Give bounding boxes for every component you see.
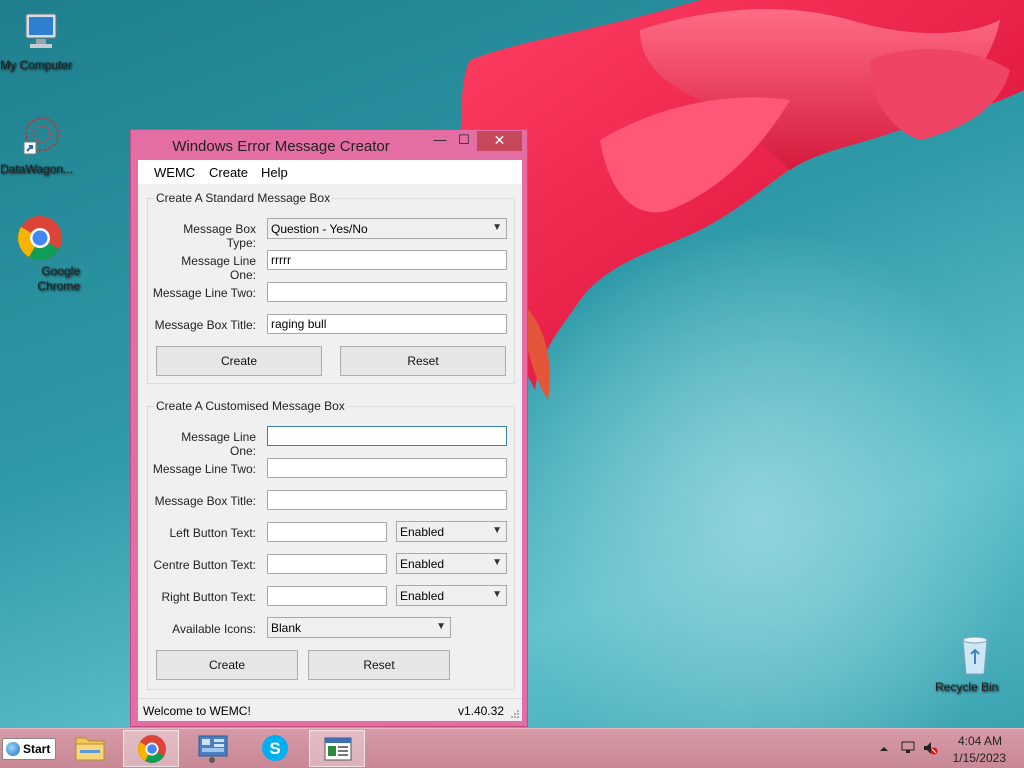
volume-muted-icon[interactable] bbox=[922, 740, 938, 756]
taskbar: Start S 4:04 AM 1/15/2023 bbox=[0, 728, 1024, 768]
right-button-text-input[interactable] bbox=[267, 586, 387, 606]
chevron-down-icon: ▼ bbox=[492, 525, 502, 536]
custom-create-button[interactable]: Create bbox=[156, 650, 298, 680]
available-icons-select[interactable]: Blank ▼ bbox=[267, 617, 451, 638]
desktop-icon-datawagon[interactable]: DataWagon... bbox=[0, 112, 80, 176]
chevron-down-icon: ▼ bbox=[436, 621, 446, 632]
right-button-state-value: Enabled bbox=[400, 589, 445, 603]
standard-title-input[interactable] bbox=[267, 314, 507, 334]
desktop-icon-my-computer[interactable]: My Computer bbox=[0, 8, 80, 72]
menu-bar: WEMC Create Help bbox=[138, 160, 522, 184]
chrome-icon bbox=[18, 216, 62, 260]
system-tray: 4:04 AM 1/15/2023 bbox=[864, 729, 1024, 768]
start-button[interactable]: Start bbox=[2, 738, 56, 760]
standard-group-title: Create A Standard Message Box bbox=[154, 191, 333, 205]
title-bar[interactable]: Windows Error Message Creator — ☐ ✕ bbox=[131, 130, 527, 160]
wemc-window: Windows Error Message Creator — ☐ ✕ WEMC… bbox=[130, 129, 528, 727]
svg-text:S: S bbox=[269, 739, 280, 758]
standard-line-one-label: Message Line One: bbox=[181, 254, 256, 282]
right-button-state-select[interactable]: Enabled ▼ bbox=[396, 585, 507, 606]
message-box-type-label: Message Box Type: bbox=[183, 222, 256, 250]
windows-orb-icon bbox=[6, 742, 20, 756]
taskbar-skype[interactable]: S bbox=[247, 730, 303, 767]
centre-button-state-select[interactable]: Enabled ▼ bbox=[396, 553, 507, 574]
chevron-down-icon: ▼ bbox=[492, 222, 502, 233]
minimize-button[interactable]: — bbox=[427, 131, 453, 151]
centre-button-text-input[interactable] bbox=[267, 554, 387, 574]
computer-icon bbox=[25, 13, 57, 48]
show-hidden-icons-icon[interactable] bbox=[878, 743, 890, 755]
taskbar-network-app[interactable] bbox=[185, 730, 241, 767]
custom-title-input[interactable] bbox=[267, 490, 507, 510]
custom-line-two-label: Message Line Two: bbox=[152, 462, 256, 476]
version-label: v1.40.32 bbox=[457, 704, 504, 718]
maximize-button[interactable]: ☐ bbox=[453, 131, 475, 151]
desktop-icon-recycle-bin[interactable]: Recycle Bin bbox=[935, 630, 1015, 694]
right-button-text-label: Right Button Text: bbox=[161, 590, 257, 604]
close-icon: ✕ bbox=[493, 132, 506, 148]
status-message: Welcome to WEMC! bbox=[143, 704, 251, 718]
start-label: Start bbox=[23, 742, 51, 756]
standard-reset-button[interactable]: Reset bbox=[340, 346, 506, 376]
standard-message-box-group: Create A Standard Message Box Message Bo… bbox=[147, 191, 515, 384]
message-box-type-value: Question - Yes/No bbox=[271, 222, 368, 236]
wemc-app-icon bbox=[324, 737, 352, 761]
folder-icon bbox=[75, 737, 105, 761]
desktop-icon-google-chrome[interactable]: Google Chrome bbox=[0, 214, 80, 293]
standard-title-label: Message Box Title: bbox=[154, 318, 256, 332]
left-button-text-label: Left Button Text: bbox=[169, 526, 256, 540]
chevron-down-icon: ▼ bbox=[492, 589, 502, 600]
window-client: WEMC Create Help Create A Standard Messa… bbox=[138, 160, 522, 721]
close-button[interactable]: ✕ bbox=[477, 131, 522, 151]
clock-date[interactable]: 1/15/2023 bbox=[953, 751, 1006, 765]
custom-message-box-group: Create A Customised Message Box Message … bbox=[147, 399, 515, 690]
clock-time[interactable]: 4:04 AM bbox=[958, 734, 1002, 748]
resize-grip-icon[interactable] bbox=[510, 709, 520, 719]
recycle-bin-icon bbox=[962, 636, 988, 675]
window-title: Windows Error Message Creator bbox=[172, 138, 390, 155]
custom-line-two-input[interactable] bbox=[267, 458, 507, 478]
left-button-state-value: Enabled bbox=[400, 525, 445, 539]
standard-line-two-label: Message Line Two: bbox=[152, 286, 256, 300]
custom-line-one-input[interactable] bbox=[267, 426, 507, 446]
centre-button-text-label: Centre Button Text: bbox=[153, 558, 256, 572]
standard-create-button[interactable]: Create bbox=[156, 346, 322, 376]
desktop-icon-label: Google Chrome bbox=[37, 264, 80, 293]
custom-title-label: Message Box Title: bbox=[154, 494, 256, 508]
taskbar-file-explorer[interactable] bbox=[62, 730, 118, 767]
centre-button-state-value: Enabled bbox=[400, 557, 445, 571]
standard-line-two-input[interactable] bbox=[267, 282, 507, 302]
taskbar-wemc[interactable] bbox=[309, 730, 365, 767]
network-manager-icon bbox=[198, 735, 228, 763]
menu-wemc[interactable]: WEMC bbox=[154, 165, 195, 180]
datawagon-icon bbox=[23, 117, 59, 155]
status-bar: Welcome to WEMC! v1.40.32 bbox=[138, 698, 522, 721]
message-box-type-select[interactable]: Question - Yes/No ▼ bbox=[267, 218, 507, 239]
standard-line-one-input[interactable] bbox=[267, 250, 507, 270]
menu-help[interactable]: Help bbox=[261, 165, 288, 180]
skype-icon: S bbox=[262, 735, 288, 761]
network-icon[interactable] bbox=[900, 740, 916, 756]
left-button-state-select[interactable]: Enabled ▼ bbox=[396, 521, 507, 542]
chevron-down-icon: ▼ bbox=[492, 557, 502, 568]
available-icons-value: Blank bbox=[271, 621, 302, 635]
custom-line-one-label: Message Line One: bbox=[181, 430, 256, 458]
menu-create[interactable]: Create bbox=[209, 165, 248, 180]
chrome-icon bbox=[138, 735, 166, 763]
custom-group-title: Create A Customised Message Box bbox=[154, 399, 347, 413]
custom-reset-button[interactable]: Reset bbox=[308, 650, 450, 680]
taskbar-chrome[interactable] bbox=[123, 730, 179, 767]
available-icons-label: Available Icons: bbox=[172, 622, 256, 636]
left-button-text-input[interactable] bbox=[267, 522, 387, 542]
